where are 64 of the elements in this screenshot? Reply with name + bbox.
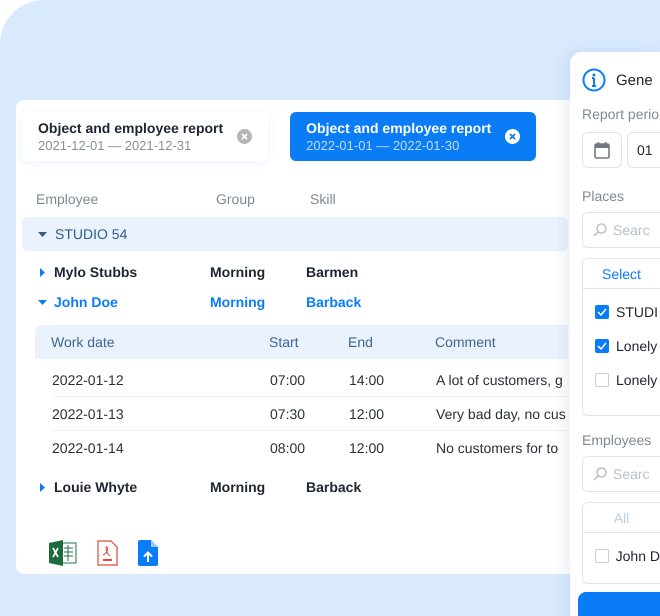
search-placeholder: Searc: [613, 222, 650, 238]
caret-right-icon[interactable]: [38, 268, 47, 276]
table-cell-text: 2022-01-14: [52, 440, 125, 456]
employee-skill: Barback: [306, 294, 362, 310]
table-cell-text: 07:30: [270, 406, 306, 422]
table-cell-text: 14:00: [349, 372, 386, 388]
employee-skill: Barmen: [306, 264, 360, 280]
checkbox[interactable]: [595, 305, 609, 319]
tab-period: 2021-12-01 — 2021-12-31: [38, 138, 192, 153]
section-label: Report perio: [582, 106, 660, 122]
column-header: Employee: [36, 191, 100, 207]
close-icon[interactable]: [237, 129, 252, 144]
option-label: Lonely: [616, 372, 658, 388]
employee-name: John Doe: [54, 294, 119, 310]
select-all-button[interactable]: Select: [583, 259, 660, 289]
report-tab[interactable]: Object and employee report 2021-12-01 — 2021-12-31: [22, 112, 268, 161]
table-cell-text: Very bad day, no cus: [436, 406, 567, 422]
info-icon: [582, 68, 606, 92]
section-label: Employees: [582, 432, 652, 448]
close-icon[interactable]: [505, 129, 520, 144]
table-cell-text: 08:00: [270, 440, 306, 456]
panel-title: Gene: [616, 72, 653, 88]
column-header: Skill: [310, 191, 337, 207]
column-header: Group: [216, 191, 256, 207]
search-icon: [593, 467, 607, 481]
option-label: STUDI: [616, 304, 658, 320]
caret-down-icon[interactable]: [38, 298, 47, 306]
employee-skill: Barback: [306, 479, 362, 495]
pdf-file-icon[interactable]: [97, 540, 118, 566]
table-cell-text: 12:00: [349, 440, 386, 456]
table-cell-text: No customers for to: [436, 440, 560, 456]
column-header: Comment: [435, 334, 497, 350]
calendar-icon: [594, 142, 610, 158]
date-field[interactable]: 01: [627, 132, 660, 168]
group-row[interactable]: STUDIO 54: [22, 217, 568, 251]
option-label: John D: [616, 548, 660, 564]
checkbox[interactable]: [595, 339, 609, 353]
search-icon: [593, 223, 607, 237]
report-tab[interactable]: Object and employee report 2022-01-01 — 2022-01-30: [290, 112, 536, 161]
employee-name: Louie Whyte: [54, 479, 138, 495]
employee-group: Morning: [210, 294, 306, 310]
table-cell-text: 07:00: [270, 372, 306, 388]
caret-down-icon[interactable]: [38, 230, 47, 238]
group-name: STUDIO 54: [55, 226, 128, 242]
tab-title: Object and employee report: [38, 120, 224, 136]
column-header: Start: [269, 334, 300, 350]
option-label: Lonely: [616, 338, 658, 354]
employee-name: Mylo Stubbs: [54, 264, 138, 280]
calendar-button[interactable]: [582, 132, 622, 168]
column-header: End: [348, 334, 374, 350]
caret-right-icon[interactable]: [38, 482, 47, 492]
search-placeholder: Searc: [613, 466, 650, 482]
table-cell-text: 2022-01-13: [52, 406, 125, 422]
column-header: Work date: [51, 334, 116, 350]
table-cell-text: 2022-01-12: [52, 372, 125, 388]
excel-icon[interactable]: [49, 540, 77, 566]
tab-period: 2022-01-01 — 2022-01-30: [306, 138, 460, 153]
employee-group: Morning: [210, 264, 306, 280]
table-cell-text: A lot of customers, g: [436, 372, 564, 388]
tab-title: Object and employee report: [306, 120, 492, 136]
table-cell-text: 12:00: [349, 406, 386, 422]
employee-group: Morning: [210, 479, 306, 495]
file-upload-icon[interactable]: [138, 540, 158, 566]
section-label: Places: [582, 188, 626, 204]
